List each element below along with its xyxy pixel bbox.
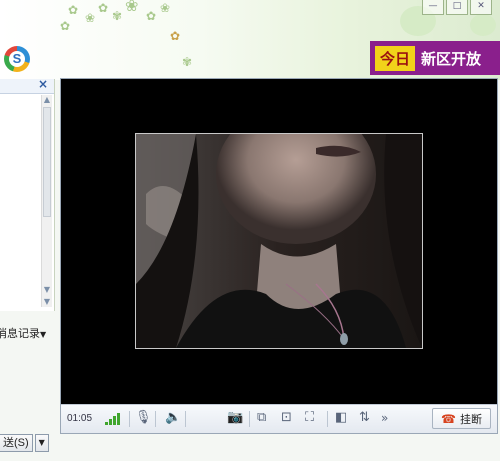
scrollbar-thumb[interactable] — [43, 107, 51, 217]
flower-decoration: ✿ — [98, 1, 109, 15]
send-options-dropdown-icon[interactable]: ▼ — [34, 434, 49, 452]
scroll-up-icon[interactable]: ▲ — [42, 95, 52, 105]
message-history-label: 消息记录 — [0, 328, 40, 340]
flower-decoration: ✾ — [182, 55, 193, 69]
call-timer: 01:05 — [67, 413, 93, 424]
divider — [185, 411, 186, 427]
remote-video-feed — [135, 133, 423, 349]
flower-decoration: ✾ — [112, 9, 123, 23]
ad-highlight-badge: 今日 — [375, 45, 416, 71]
window-title-area: ✿ ❀ ✿ ✾ ❀ ✿ ❀ ✿ ✾ ✿ S — □ ✕ 今日 新区开放 — [0, 0, 500, 80]
more-options-icon[interactable]: » — [381, 410, 388, 426]
picture-in-picture-icon[interactable]: ◧ — [335, 410, 347, 426]
popout-window-icon[interactable]: ⧉ — [257, 410, 266, 426]
fit-screen-icon[interactable]: ⊡ — [281, 410, 292, 426]
signal-strength-icon — [105, 413, 123, 425]
flower-decoration: ✿ — [60, 19, 71, 33]
decorative-tree — [470, 14, 496, 36]
ad-text: 新区开放 — [421, 50, 482, 68]
app-logo-icon: S — [4, 46, 30, 72]
side-panel: × ▲ ▼ ▼ — [0, 77, 55, 311]
send-button[interactable]: 送(S) — [0, 434, 33, 452]
chevron-down-icon: ▼ — [40, 330, 47, 339]
maximize-icon[interactable]: □ — [446, 0, 468, 15]
microphone-icon[interactable]: 🎙 — [135, 410, 152, 426]
message-history-link[interactable]: 消息记录▼ — [0, 325, 46, 341]
close-icon[interactable]: × — [38, 77, 48, 91]
flower-decoration: ❀ — [160, 1, 171, 15]
flower-decoration: ✿ — [146, 9, 157, 23]
scroll-down-icon[interactable]: ▼ — [42, 297, 52, 307]
divider — [129, 411, 130, 427]
switch-video-icon[interactable]: ⇅ — [359, 410, 370, 426]
scroll-down-icon[interactable]: ▼ — [42, 285, 52, 295]
flower-decoration: ✿ — [68, 3, 79, 17]
ad-banner[interactable]: 今日 新区开放 — [370, 41, 500, 75]
divider — [327, 411, 328, 427]
phone-hangup-icon: ☎ — [441, 411, 456, 426]
call-toolbar: 01:05 🎙 🔈 📷 ⧉ ⊡ ⛶ ◧ ⇅ » ☎ 挂断 — [61, 404, 497, 433]
minimize-icon[interactable]: — — [422, 0, 444, 15]
video-call-panel: 01:05 🎙 🔈 📷 ⧉ ⊡ ⛶ ◧ ⇅ » ☎ 挂断 — [60, 78, 498, 434]
send-button-group: 送(S) ▼ — [0, 434, 54, 452]
hangup-label: 挂断 — [460, 413, 482, 426]
fullscreen-icon[interactable]: ⛶ — [305, 410, 314, 426]
flower-decoration: ✿ — [170, 29, 181, 43]
video-frame-image — [136, 134, 422, 348]
window-controls: — □ ✕ — [422, 0, 492, 15]
divider — [155, 411, 156, 427]
close-icon[interactable]: ✕ — [470, 0, 492, 15]
side-panel-header: × — [0, 77, 54, 94]
hangup-button[interactable]: ☎ 挂断 — [432, 408, 491, 429]
speaker-icon[interactable]: 🔈 — [165, 410, 181, 426]
flower-decoration: ❀ — [85, 11, 96, 25]
divider — [249, 411, 250, 427]
flower-decoration: ❀ — [125, 0, 139, 15]
vertical-scrollbar[interactable]: ▲ ▼ ▼ — [41, 95, 52, 307]
camera-snapshot-icon[interactable]: 📷 — [227, 410, 243, 426]
